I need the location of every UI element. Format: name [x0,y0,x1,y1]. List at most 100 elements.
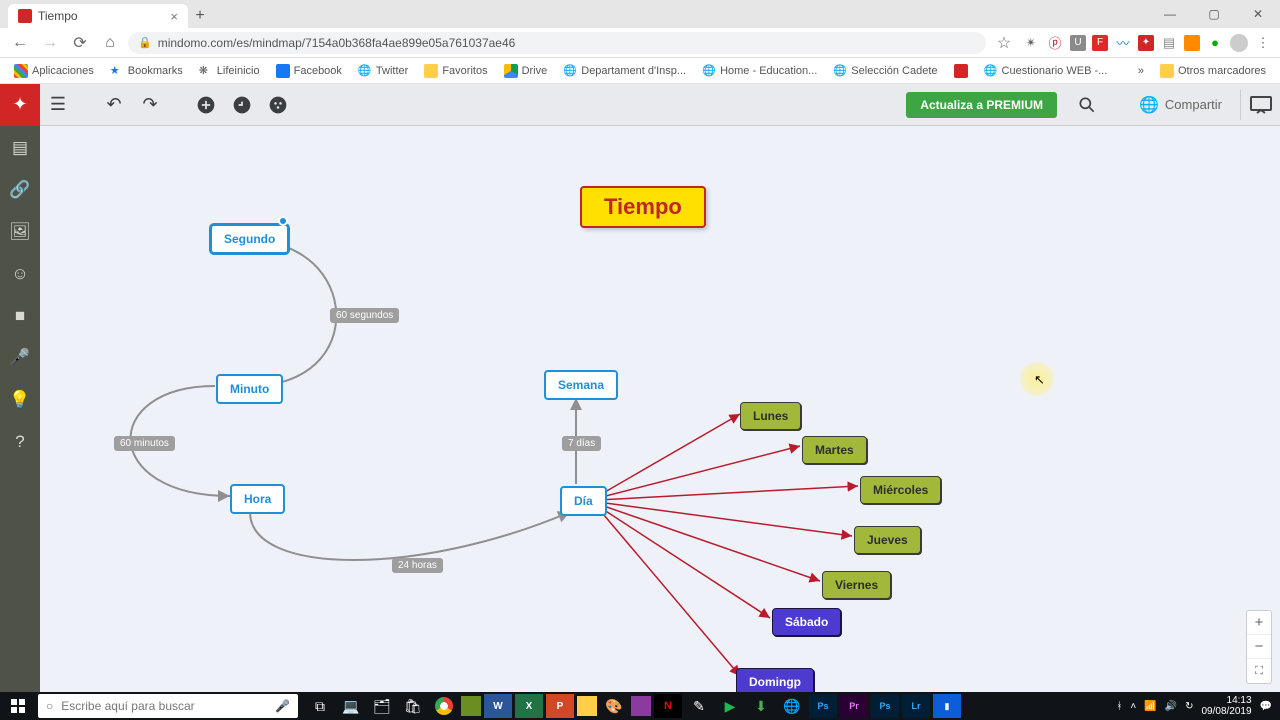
flipboard-icon[interactable]: F [1092,35,1108,51]
extension-icon[interactable]: U [1070,35,1086,51]
node-lunes[interactable]: Lunes [740,402,801,430]
taskbar-app[interactable]: ⬇ [747,694,775,718]
node-hora[interactable]: Hora [230,484,285,514]
taskbar-app[interactable]: ✎ [685,694,713,718]
selection-handle-icon[interactable] [278,216,288,226]
bookmarks-overflow[interactable]: » [1132,65,1150,77]
browser-tab[interactable]: Tiempo × [8,4,188,28]
add-topic-button[interactable] [188,87,224,123]
menu-button[interactable]: ☰ [40,87,76,123]
tab-close-icon[interactable]: × [170,9,178,24]
star-button[interactable]: ☆ [992,31,1016,55]
other-bookmarks[interactable]: Otros marcadores [1154,60,1272,82]
bookmark-item[interactable]: Favoritos [418,60,493,82]
bookmark-item[interactable]: 🌐Twitter [352,60,414,82]
theme-button[interactable] [260,87,296,123]
upgrade-premium-button[interactable]: Actualiza a PREMIUM [906,92,1057,118]
store-button[interactable]: 🛍 [399,694,427,718]
bookmark-item[interactable]: Drive [498,60,554,82]
photoshop-button[interactable]: Ps [809,694,837,718]
taskbar-app[interactable]: 🎨 [600,694,628,718]
maximize-button[interactable]: ▢ [1192,0,1236,28]
file-explorer-button[interactable]: 🗂 [368,694,396,718]
back-button[interactable]: ← [8,31,32,55]
undo-button[interactable]: ↶ [96,87,132,123]
taskbar-app[interactable]: 🌐 [778,694,806,718]
premiere-button[interactable]: Pr [840,694,868,718]
node-minuto[interactable]: Minuto [216,374,283,404]
bookmark-item[interactable]: Facebook [270,60,348,82]
add-subtopic-button[interactable] [224,87,260,123]
zoom-fit-button[interactable]: ⛶ [1247,659,1271,683]
tray-icon[interactable]: ᚼ [1116,701,1122,712]
chrome-button[interactable] [435,697,453,715]
node-semana[interactable]: Semana [544,370,618,400]
bookmark-item[interactable]: ❋Lifeinicio [193,60,266,82]
forward-button[interactable]: → [38,31,62,55]
reload-button[interactable]: ⟳ [68,31,92,55]
taskbar-app[interactable]: ▮ [933,694,961,718]
photoshop-button[interactable]: Ps [871,694,899,718]
node-viernes[interactable]: Viernes [822,571,891,599]
taskbar-app[interactable] [631,696,651,716]
taskbar-app[interactable] [577,696,597,716]
node-martes[interactable]: Martes [802,436,867,464]
task-view-button[interactable]: ⧉ [306,694,334,718]
taskbar-app[interactable] [461,696,481,716]
node-dia[interactable]: Día [560,486,607,516]
image-button[interactable]: 🖼 [8,220,32,244]
chrome-menu-button[interactable]: ⋮ [1254,34,1272,52]
apps-shortcut[interactable]: Aplicaciones [8,60,100,82]
close-window-button[interactable]: ✕ [1236,0,1280,28]
bookmark-item[interactable]: 🌐Selección Cadete [827,60,943,82]
search-button[interactable] [1069,87,1105,123]
redo-button[interactable]: ↷ [132,87,168,123]
idea-button[interactable]: 💡 [8,388,32,412]
outline-button[interactable]: ▤ [8,136,32,160]
node-segundo[interactable]: Segundo [210,224,289,254]
taskbar-app[interactable]: 💻 [337,694,365,718]
bookmark-item[interactable]: ★Bookmarks [104,60,189,82]
powerpoint-button[interactable]: P [546,694,574,718]
network-icon[interactable]: 📶 [1144,701,1156,712]
bookmark-item[interactable]: 🌐Departament d'Insp... [557,60,692,82]
taskbar-search[interactable]: ○ Escribe aquí para buscar 🎤 [38,694,298,718]
zoom-out-button[interactable]: − [1247,635,1271,659]
extension-icon[interactable]: ● [1206,34,1224,52]
extension-icon[interactable]: 〰 [1114,34,1132,52]
netflix-button[interactable]: N [654,694,682,718]
mindomo-logo[interactable]: ✦ [0,84,40,126]
share-button[interactable]: 🌐 Compartir [1125,95,1236,115]
zoom-in-button[interactable]: + [1247,611,1271,635]
taskbar-app[interactable]: ▶ [716,694,744,718]
video-button[interactable]: ■ [8,304,32,328]
tray-up-icon[interactable]: ˄ [1130,701,1136,712]
taskbar-clock[interactable]: 14:13 09/08/2019 [1201,695,1251,717]
map-title-node[interactable]: Tiempo [580,186,706,228]
bookmark-item[interactable] [948,60,974,82]
node-domingo[interactable]: Domingp [736,668,814,692]
excel-button[interactable]: X [515,694,543,718]
emoji-button[interactable]: ☺ [8,262,32,286]
node-miercoles[interactable]: Miércoles [860,476,941,504]
notifications-icon[interactable]: 💬 [1260,701,1272,712]
bookmark-item[interactable]: 🌐Cuestionario WEB -... [978,60,1114,82]
bookmark-item[interactable]: 🌐Home - Education... [696,60,823,82]
start-button[interactable] [0,692,36,720]
help-button[interactable]: ? [8,430,32,454]
omnibox[interactable]: 🔒 mindomo.com/es/mindmap/7154a0b368fa4ae… [128,32,986,54]
home-button[interactable]: ⌂ [98,31,122,55]
node-sabado[interactable]: Sábado [772,608,841,636]
minimize-button[interactable]: — [1148,0,1192,28]
extension-icon[interactable]: ▤ [1160,34,1178,52]
link-button[interactable]: 🔗 [8,178,32,202]
new-tab-button[interactable]: + [188,4,212,28]
extension-icon[interactable] [1184,35,1200,51]
audio-button[interactable]: 🎤 [8,346,32,370]
word-button[interactable]: W [484,694,512,718]
profile-avatar[interactable] [1230,34,1248,52]
pinterest-icon[interactable]: ⓟ [1046,34,1064,52]
volume-icon[interactable]: 🔊 [1165,701,1177,712]
extension-icon[interactable]: ✴ [1022,34,1040,52]
present-button[interactable] [1240,90,1280,120]
